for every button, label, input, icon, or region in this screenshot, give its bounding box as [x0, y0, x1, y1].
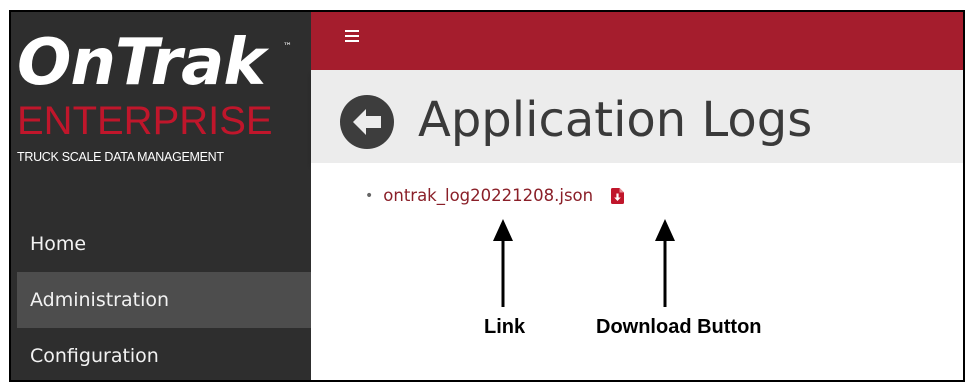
download-callout-label: Download Button — [596, 316, 762, 338]
sidebar-item-label: Configuration — [30, 345, 159, 367]
logo-trademark: ™ — [283, 42, 292, 52]
hamburger-icon[interactable] — [345, 24, 359, 48]
main-content: • ontrak_log20221208.json Link Download … — [311, 163, 963, 380]
sidebar-item-label: Home — [30, 233, 87, 255]
link-callout-label: Link — [484, 316, 526, 338]
page-title: Application Logs — [418, 92, 813, 148]
sidebar-item-home[interactable]: Home — [11, 216, 311, 272]
logo-subtitle: ENTERPRISE — [17, 99, 273, 143]
download-callout-arrow — [655, 219, 675, 307]
sidebar: OnTrak ™ ENTERPRISE TRUCK SCALE DATA MAN… — [11, 12, 311, 380]
link-callout-arrow — [493, 219, 513, 307]
app-window: OnTrak ™ ENTERPRISE TRUCK SCALE DATA MAN… — [9, 10, 965, 382]
sidebar-item-configuration[interactable]: Configuration — [11, 328, 311, 380]
sidebar-nav: Home Administration Configuration — [11, 216, 311, 380]
sidebar-item-label: Administration — [30, 289, 170, 311]
list-item: • ontrak_log20221208.json — [365, 186, 625, 205]
bullet-icon: • — [365, 187, 374, 204]
brand-logo: OnTrak ™ ENTERPRISE TRUCK SCALE DATA MAN… — [17, 28, 307, 178]
log-file-link[interactable]: ontrak_log20221208.json — [383, 186, 593, 205]
log-file-list: • ontrak_log20221208.json — [365, 186, 625, 205]
page-header: Application Logs — [311, 70, 963, 163]
sidebar-item-administration[interactable]: Administration — [17, 272, 311, 328]
logo-wordmark: OnTrak — [17, 26, 266, 100]
logo-tagline: TRUCK SCALE DATA MANAGEMENT — [17, 150, 224, 164]
back-arrow-icon[interactable] — [339, 94, 395, 150]
top-bar — [311, 12, 963, 70]
file-download-icon[interactable] — [611, 187, 625, 204]
